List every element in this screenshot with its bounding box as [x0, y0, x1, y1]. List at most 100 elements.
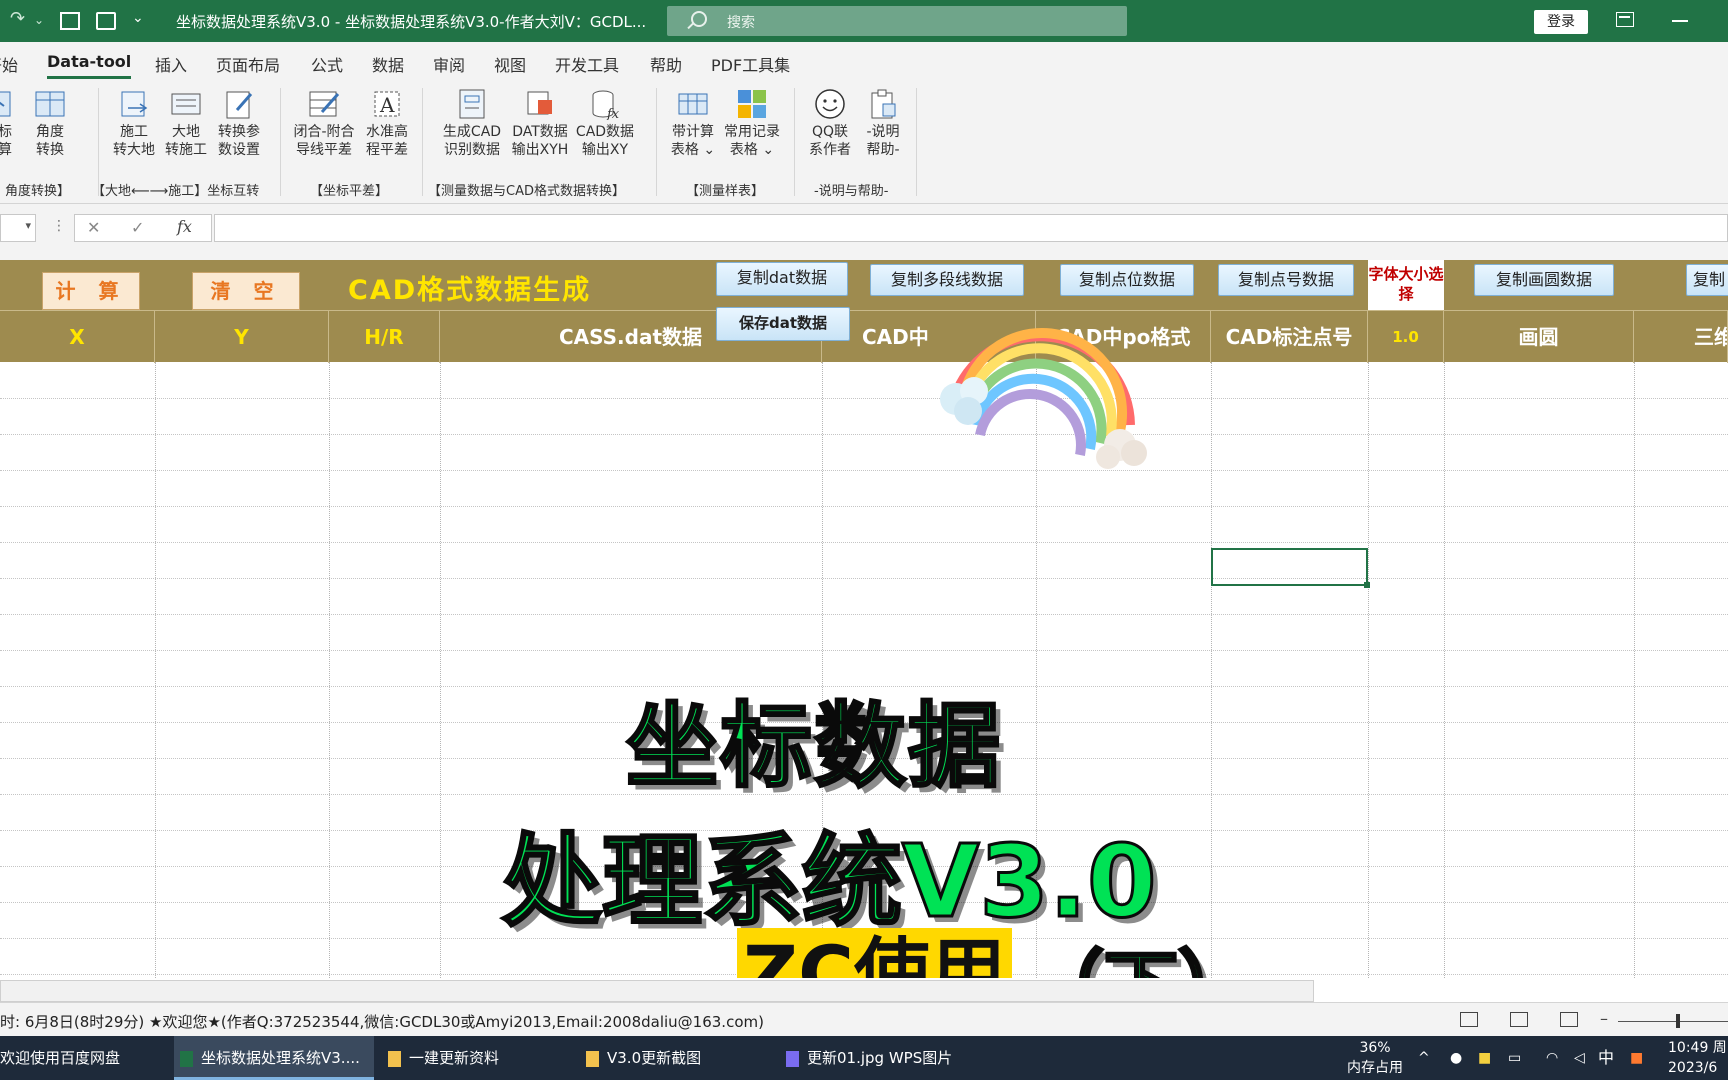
windows-taskbar: 欢迎使用百度网盘 坐标数据处理系统V3.... 一建更新资料 V3.0更新截图 … [0, 1036, 1728, 1080]
help-button[interactable]: -说明 帮助- [858, 88, 908, 159]
grid-column-line [1444, 362, 1445, 978]
ribbon-separator [656, 88, 657, 196]
enter-icon[interactable]: ✓ [131, 218, 144, 237]
cad-output-xy-button[interactable]: fx CAD数据 输出XY [572, 88, 638, 159]
tab-developer[interactable]: 开发工具 [555, 52, 619, 76]
taskbar-item-excel[interactable]: 坐标数据处理系统V3.... [174, 1036, 374, 1080]
more-options-icon[interactable]: ⋮ [52, 218, 66, 234]
construction-to-geodetic-button[interactable]: 施工 转大地 [108, 88, 160, 159]
microphone-icon[interactable]: ● [1450, 1048, 1462, 1068]
name-box[interactable]: ▾ [0, 214, 36, 242]
copy-circle-button[interactable]: 复制画圆数据 [1474, 264, 1614, 296]
tab-review[interactable]: 审阅 [433, 52, 465, 76]
redo-icon[interactable]: ↷ [10, 8, 25, 29]
copy-polyline-button[interactable]: 复制多段线数据 [870, 264, 1024, 296]
header-cad-point-label: CAD标注点号 [1211, 311, 1368, 363]
clock[interactable]: 10:49 周 2023/6 [1668, 1038, 1728, 1078]
formula-input[interactable] [214, 214, 1728, 242]
customize-toolbar-icon[interactable]: ⌄ [132, 10, 144, 26]
help-label-2: 帮助- [866, 142, 900, 158]
memory-usage[interactable]: 36% 内存占用 [1340, 1038, 1410, 1078]
tab-view[interactable]: 视图 [494, 52, 526, 76]
taskbar-item-folder-1[interactable]: 一建更新资料 [382, 1036, 572, 1080]
copy-point-button[interactable]: 复制点位数据 [1060, 264, 1194, 296]
save-dat-button[interactable]: 保存dat数据 [716, 307, 850, 341]
grid-row-line [0, 542, 1728, 543]
insert-function-icon[interactable]: fx [177, 217, 192, 236]
wifi-icon[interactable]: ◠ [1546, 1048, 1558, 1068]
overlay-title-line1: 坐标数据 [624, 692, 1003, 802]
grid-column-line [1211, 362, 1212, 978]
tab-home[interactable]: 开始 [0, 52, 18, 76]
battery-icon[interactable]: ▭ [1508, 1048, 1521, 1068]
coord-calc-icon [0, 91, 11, 117]
calculate-button[interactable]: 计 算 [42, 272, 140, 310]
copy-point-number-button[interactable]: 复制点号数据 [1218, 264, 1354, 296]
chevron-up-icon[interactable]: ^ [1418, 1048, 1430, 1068]
login-button[interactable]: 登录 [1534, 10, 1588, 34]
tab-data-tool[interactable]: Data-tool [47, 52, 132, 79]
taskbar-item-folder-2[interactable]: V3.0更新截图 [580, 1036, 770, 1080]
cancel-icon[interactable]: ✕ [87, 218, 100, 237]
taskbar-item-baidu[interactable]: 欢迎使用百度网盘 [0, 1036, 170, 1080]
form-icon[interactable] [96, 12, 116, 30]
tab-insert[interactable]: 插入 [155, 52, 187, 76]
clear-button[interactable]: 清 空 [192, 272, 300, 310]
tab-pdf-tools[interactable]: PDF工具集 [711, 52, 790, 76]
construction-to-geodetic-icon [121, 91, 148, 117]
copy-extra-button[interactable]: 复制 [1686, 264, 1728, 296]
angle-convert-button[interactable]: 角度 转换 [30, 88, 70, 159]
minimize-icon[interactable] [1672, 20, 1688, 22]
dropdown-arrow-icon[interactable]: ⌄ [34, 13, 44, 27]
taskbar-item-label: V3.0更新截图 [607, 1049, 702, 1067]
leveling-adjustment-button[interactable]: A 水准高 程平差 [360, 88, 414, 159]
normal-view-icon[interactable] [1460, 1012, 1478, 1027]
calc-table-dropdown[interactable]: 带计算 表格 ⌄ [664, 88, 722, 159]
search-box[interactable]: 搜索 [667, 6, 1127, 36]
ime-indicator[interactable]: 中 [1598, 1048, 1614, 1068]
angle-convert-label-1: 角度 [36, 124, 64, 140]
grid-row-line [0, 650, 1728, 651]
font-size-select-label: 字体大小选择 [1368, 260, 1444, 310]
tab-data[interactable]: 数据 [372, 52, 404, 76]
tab-page-layout[interactable]: 页面布局 [216, 52, 280, 76]
traverse-adjustment-button[interactable]: 闭合-附合 导线平差 [288, 88, 360, 159]
print-preview-icon[interactable] [60, 12, 80, 30]
tab-formulas[interactable]: 公式 [311, 52, 343, 76]
grid-row-line [0, 506, 1728, 507]
coord-calc-button[interactable]: 坐标 计算 [0, 88, 18, 159]
ribbon-tabs: 开始 Data-tool 插入 页面布局 公式 数据 审阅 视图 开发工具 帮助… [0, 42, 1728, 82]
grid-row-line [0, 470, 1728, 471]
taskbar-item-wps-image[interactable]: 更新01.jpg WPS图片 [780, 1036, 980, 1080]
note-icon[interactable]: ■ [1478, 1048, 1491, 1068]
sogou-icon[interactable]: ■ [1630, 1048, 1643, 1068]
grid-row-line [0, 398, 1728, 399]
horizontal-scrollbar[interactable] [0, 980, 1314, 1002]
record-table-icon [738, 90, 766, 118]
generate-cad-data-button[interactable]: 生成CAD 识别数据 [436, 88, 508, 159]
clock-time: 10:49 周 [1668, 1040, 1727, 1056]
ribbon-separator [794, 88, 795, 196]
transform-params-button[interactable]: 转换参 数设置 [212, 88, 266, 159]
geodetic-to-construction-button[interactable]: 大地 转施工 [160, 88, 212, 159]
sheet-toolbar-row: 计 算 清 空 CAD格式数据生成 复制dat数据 复制多段线数据 复制点位数据… [0, 260, 1728, 310]
qq-contact-label-2: 系作者 [809, 142, 851, 158]
dat-output-xyh-button[interactable]: DAT数据 输出XYH [508, 88, 572, 159]
selected-cell[interactable] [1211, 548, 1370, 588]
page-break-view-icon[interactable] [1560, 1012, 1578, 1027]
edit-document-icon [226, 91, 253, 119]
zoom-slider[interactable] [1618, 1021, 1728, 1022]
cad-output-label-1: CAD数据 [575, 124, 635, 140]
tab-help[interactable]: 帮助 [650, 52, 682, 76]
page-layout-view-icon[interactable] [1510, 1012, 1528, 1027]
qq-contact-button[interactable]: QQ联 系作者 [804, 88, 856, 159]
copy-dat-button[interactable]: 复制dat数据 [716, 262, 848, 296]
font-size-value[interactable]: 1.0 [1368, 311, 1444, 363]
group-adjustment: 【坐标平差】 [310, 184, 389, 199]
ribbon-display-options-icon[interactable] [1616, 12, 1634, 27]
record-table-dropdown[interactable]: 常用记录 表格 ⌄ [722, 88, 782, 159]
overlay-subtitle-highlight: ZC使用 [737, 928, 1012, 978]
volume-icon[interactable]: ◁ [1574, 1048, 1585, 1068]
zoom-out-icon[interactable]: – [1600, 1009, 1608, 1028]
zoom-slider-thumb[interactable] [1676, 1014, 1680, 1028]
